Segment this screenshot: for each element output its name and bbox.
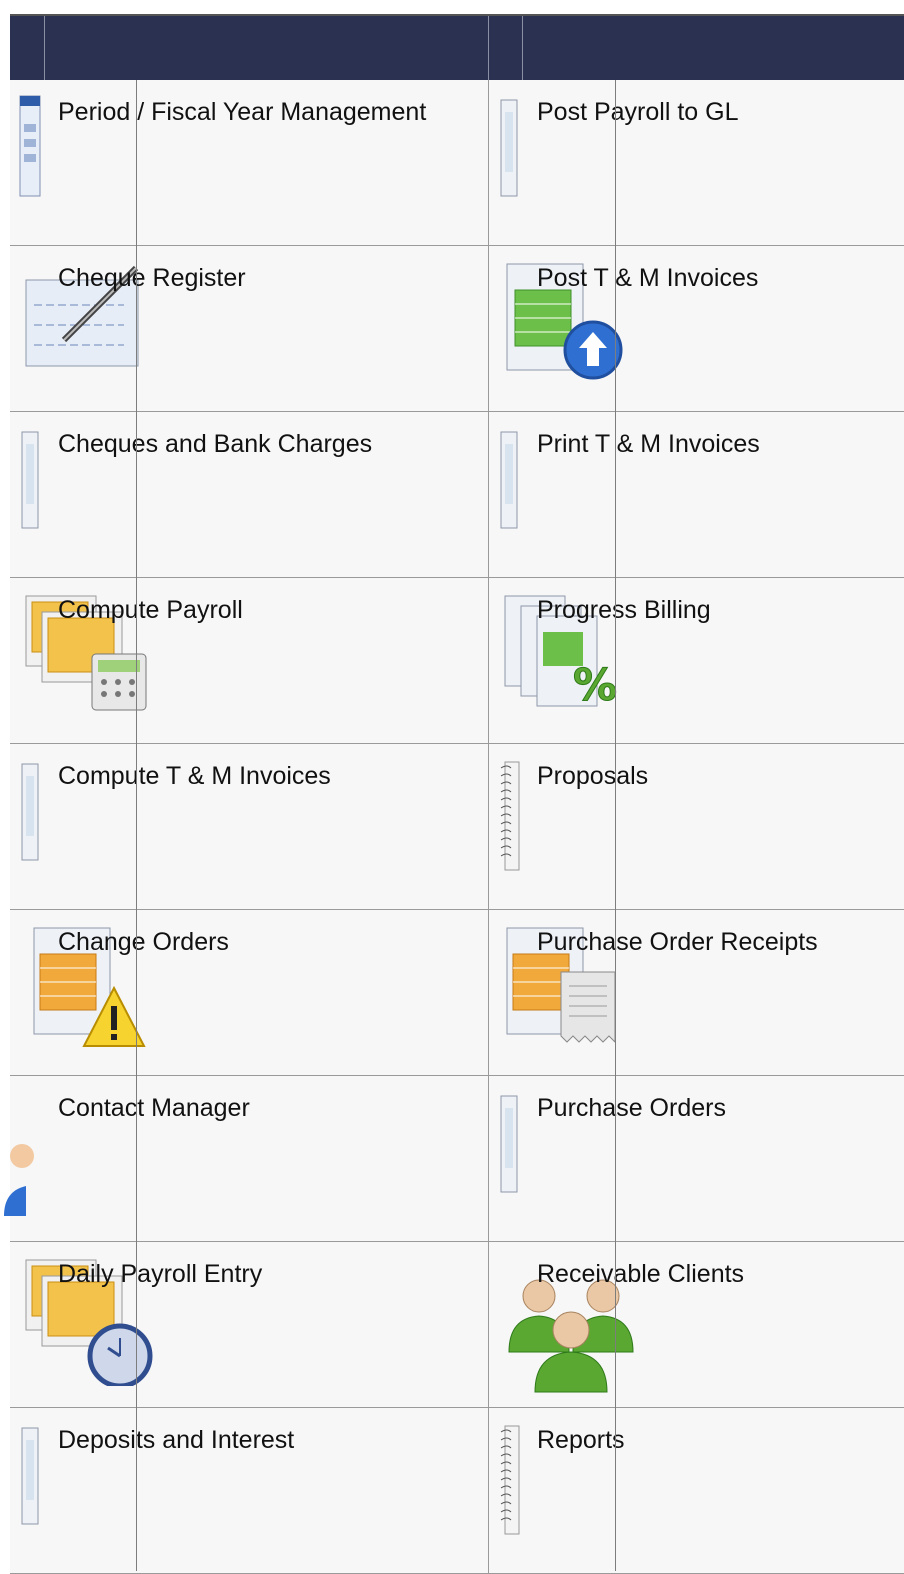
header-divider: [522, 16, 523, 80]
grid-line: [615, 80, 616, 1571]
menu-item[interactable]: Compute T & M Invoices: [10, 744, 489, 909]
menu-item[interactable]: Print T & M Invoices: [489, 412, 904, 577]
menu-item-label: Post T & M Invoices: [537, 264, 759, 292]
menu-item-label: Compute Payroll: [58, 596, 243, 624]
spiral-notebook-icon: [497, 1422, 527, 1547]
menu-item[interactable]: Cheques and Bank Charges: [10, 412, 489, 577]
menu-item-label: Print T & M Invoices: [537, 430, 760, 458]
header-divider: [488, 16, 489, 80]
menu-item-label: Reports: [537, 1426, 625, 1454]
menu-item[interactable]: Purchase Order Receipts: [489, 910, 904, 1075]
menu-item-label: Purchase Orders: [537, 1094, 726, 1122]
menu-item[interactable]: Daily Payroll Entry: [10, 1242, 489, 1407]
menu-item-label: Daily Payroll Entry: [58, 1260, 263, 1288]
table-row: Period / Fiscal Year Management Post Payr…: [10, 80, 904, 246]
document-icon: [18, 758, 48, 873]
menu-item-label: Deposits and Interest: [58, 1426, 295, 1454]
menu-item[interactable]: Cheque Register: [10, 246, 489, 411]
menu-item-label: Proposals: [537, 762, 649, 790]
menu-item-label: Compute T & M Invoices: [58, 762, 331, 790]
table-row: Compute Payroll% Progress Billing: [10, 578, 904, 744]
menu-item[interactable]: Proposals: [489, 744, 904, 909]
menu-item-label: Period / Fiscal Year Management: [58, 98, 427, 126]
table-row: Contact Manager Purchase Orders: [4, 1076, 904, 1242]
menu-item-label: Progress Billing: [537, 596, 711, 624]
menu-item-label: Cheque Register: [58, 264, 246, 292]
menu-item-label: Purchase Order Receipts: [537, 928, 818, 956]
svg-text:%: %: [573, 660, 617, 711]
menu-item-label: Receivable Clients: [537, 1260, 745, 1288]
menu-item-label: Contact Manager: [58, 1094, 250, 1122]
document-icon: [18, 1422, 48, 1537]
document-icon: [497, 1090, 527, 1205]
table-row: Change Orders Purchase Order Receipts: [10, 910, 904, 1076]
contact-person-icon: [4, 1096, 44, 1231]
menu-item[interactable]: Contact Manager: [4, 1076, 489, 1241]
menu-item-label: Post Payroll to GL: [537, 98, 739, 126]
grid-line: [136, 80, 137, 1571]
document-icon: [497, 426, 527, 541]
menu-item[interactable]: Deposits and Interest: [10, 1408, 489, 1573]
document-icon: [18, 426, 48, 541]
menu-table: Period / Fiscal Year Management Post Payr…: [4, 14, 904, 1574]
menu-item[interactable]: Reports: [489, 1408, 904, 1573]
menu-item[interactable]: Compute Payroll: [10, 578, 489, 743]
menu-item-label: Change Orders: [58, 928, 229, 956]
header-divider: [44, 16, 45, 80]
menu-item[interactable]: Post T & M Invoices: [489, 246, 904, 411]
menu-item[interactable]: Change Orders: [10, 910, 489, 1075]
calendar-icon: [18, 94, 54, 209]
table-row: Deposits and Interest Reports: [10, 1408, 904, 1574]
menu-item[interactable]: Purchase Orders: [489, 1076, 904, 1241]
table-row: Daily Payroll Entry Receivable Clients: [10, 1242, 904, 1408]
menu-item-label: Cheques and Bank Charges: [58, 430, 373, 458]
menu-item[interactable]: Receivable Clients: [489, 1242, 904, 1407]
spiral-notebook-icon: [497, 758, 527, 883]
table-header: [10, 14, 904, 80]
table-row: Compute T & M Invoices Proposals: [10, 744, 904, 910]
table-row: Cheques and Bank Charges Print T & M Invo…: [10, 412, 904, 578]
menu-item[interactable]: Period / Fiscal Year Management: [10, 80, 489, 245]
table-row: Cheque Register Post T & M Invoices: [10, 246, 904, 412]
menu-item[interactable]: % Progress Billing: [489, 578, 904, 743]
menu-item[interactable]: Post Payroll to GL: [489, 80, 904, 245]
document-icon: [497, 94, 527, 209]
table-body: Period / Fiscal Year Management Post Payr…: [4, 80, 904, 1574]
